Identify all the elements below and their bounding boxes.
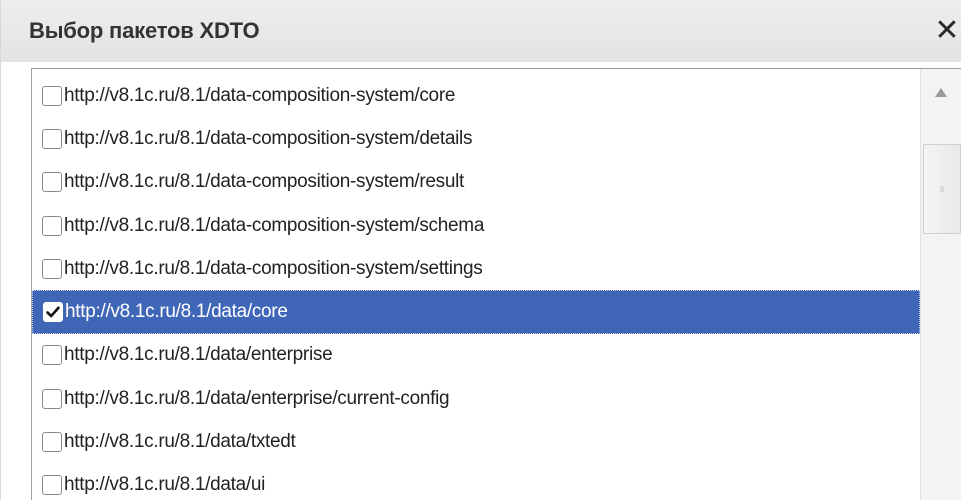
checkbox[interactable]	[42, 172, 62, 193]
checkbox[interactable]	[42, 345, 62, 366]
package-url-label: http://v8.1c.ru/8.1/data-composition-sys…	[64, 214, 485, 236]
xdto-package-dialog: Выбор пакетов XDTO ✕ http://v8.1c.ru/8.1…	[0, 0, 961, 500]
dialog-title: Выбор пакетов XDTO	[29, 18, 260, 43]
checkbox[interactable]	[42, 215, 62, 236]
list-item[interactable]: http://v8.1c.ru/8.1/data/core	[32, 290, 920, 334]
package-url-label: http://v8.1c.ru/8.1/data-composition-sys…	[64, 84, 456, 106]
checkbox[interactable]	[42, 475, 62, 496]
list-item[interactable]: http://v8.1c.ru/8.1/data-composition-sys…	[32, 247, 920, 290]
package-url-label: http://v8.1c.ru/8.1/data-composition-sys…	[64, 171, 465, 193]
scroll-grip-icon	[940, 186, 944, 192]
checkbox[interactable]	[42, 432, 62, 453]
package-list-frame: http://v8.1c.ru/8.1/data-composition-sys…	[31, 68, 961, 500]
checkbox[interactable]	[42, 128, 62, 149]
package-url-label: http://v8.1c.ru/8.1/data/core	[65, 301, 288, 323]
close-button[interactable]: ✕	[932, 12, 961, 50]
list-item[interactable]: http://v8.1c.ru/8.1/data/enterprise/curr…	[32, 377, 920, 420]
checkbox[interactable]	[42, 388, 62, 409]
list-item[interactable]: http://v8.1c.ru/8.1/data-composition-sys…	[32, 161, 920, 204]
scroll-up-button[interactable]	[922, 73, 960, 113]
package-url-label: http://v8.1c.ru/8.1/data/txtedt	[64, 431, 296, 453]
list-item[interactable]: http://v8.1c.ru/8.1/data-composition-sys…	[32, 117, 920, 160]
scroll-up-arrow-icon	[935, 88, 947, 97]
title-bar: Выбор пакетов XDTO ✕	[1, 0, 961, 62]
scroll-thumb[interactable]	[923, 144, 961, 234]
package-url-label: http://v8.1c.ru/8.1/data/enterprise	[64, 344, 333, 366]
list-item[interactable]: http://v8.1c.ru/8.1/data/txtedt	[32, 420, 920, 463]
checkmark-icon	[46, 306, 60, 318]
package-url-label: http://v8.1c.ru/8.1/data-composition-sys…	[64, 257, 483, 279]
vertical-scrollbar[interactable]	[920, 69, 961, 500]
list-item[interactable]: http://v8.1c.ru/8.1/data/ui	[32, 464, 920, 500]
list-item[interactable]: http://v8.1c.ru/8.1/data-composition-sys…	[32, 204, 920, 247]
package-url-label: http://v8.1c.ru/8.1/data-composition-sys…	[64, 127, 473, 149]
checkbox[interactable]	[42, 85, 62, 106]
package-list: http://v8.1c.ru/8.1/data-composition-sys…	[32, 74, 920, 500]
checkbox[interactable]	[42, 258, 62, 279]
list-item[interactable]: http://v8.1c.ru/8.1/data/enterprise	[32, 334, 920, 377]
package-url-label: http://v8.1c.ru/8.1/data/ui	[64, 474, 266, 496]
checkbox-checked[interactable]	[43, 302, 63, 323]
close-icon: ✕	[934, 14, 960, 47]
package-url-label: http://v8.1c.ru/8.1/data/enterprise/curr…	[64, 387, 450, 409]
list-item[interactable]: http://v8.1c.ru/8.1/data-composition-sys…	[32, 74, 920, 117]
